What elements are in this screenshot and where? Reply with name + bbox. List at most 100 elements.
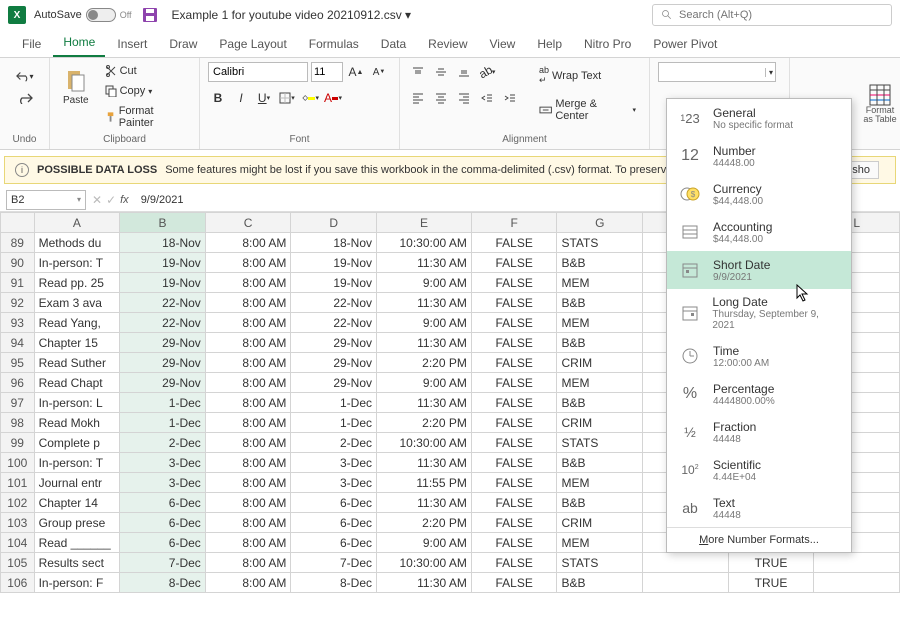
more-number-formats[interactable]: More Number Formats... xyxy=(667,527,851,552)
cell[interactable]: 29-Nov xyxy=(291,373,377,393)
cell[interactable]: FALSE xyxy=(471,313,557,333)
cell[interactable]: 11:30 AM xyxy=(377,573,472,593)
cell[interactable]: 11:30 AM xyxy=(377,293,472,313)
col-header-D[interactable]: D xyxy=(291,213,377,233)
font-size-select[interactable] xyxy=(311,62,343,82)
align-center-button[interactable] xyxy=(431,88,451,108)
cell[interactable]: 9:00 AM xyxy=(377,313,472,333)
cell[interactable]: 8:00 AM xyxy=(205,493,291,513)
cell[interactable]: 8:00 AM xyxy=(205,393,291,413)
cell[interactable]: 2:20 PM xyxy=(377,353,472,373)
cell[interactable]: CRIM xyxy=(557,513,643,533)
tab-page-layout[interactable]: Page Layout xyxy=(209,31,296,57)
enter-formula-icon[interactable]: ✓ xyxy=(106,193,116,207)
font-color-button[interactable]: A▾ xyxy=(323,88,343,108)
cell[interactable]: 10:30:00 AM xyxy=(377,553,472,573)
cell[interactable]: 1-Dec xyxy=(291,393,377,413)
cell[interactable]: 8:00 AM xyxy=(205,533,291,553)
cell[interactable] xyxy=(814,573,900,593)
cell[interactable]: 2-Dec xyxy=(120,433,206,453)
font-name-select[interactable] xyxy=(208,62,308,82)
cell[interactable]: 11:30 AM xyxy=(377,453,472,473)
cell[interactable]: B&B xyxy=(557,493,643,513)
table-row[interactable]: 105Results sect7-Dec8:00 AM7-Dec10:30:00… xyxy=(1,553,900,573)
format-option-accounting[interactable]: Accounting$44,448.00 xyxy=(667,213,851,251)
cell[interactable]: FALSE xyxy=(471,493,557,513)
format-option-scientific[interactable]: 102Scientific4.44E+04 xyxy=(667,451,851,489)
cell[interactable]: FALSE xyxy=(471,453,557,473)
align-left-button[interactable] xyxy=(408,88,428,108)
cell[interactable]: Methods du xyxy=(34,233,120,253)
col-header-C[interactable]: C xyxy=(205,213,291,233)
format-option-number[interactable]: 12Number44448.00 xyxy=(667,137,851,175)
cell[interactable]: B&B xyxy=(557,293,643,313)
cell[interactable]: 3-Dec xyxy=(291,473,377,493)
cell[interactable]: 29-Nov xyxy=(120,353,206,373)
cell[interactable]: 22-Nov xyxy=(291,313,377,333)
orientation-button[interactable]: ab▾ xyxy=(477,62,497,82)
cell[interactable]: CRIM xyxy=(557,413,643,433)
cell[interactable]: Group prese xyxy=(34,513,120,533)
format-option-long-date[interactable]: Long DateThursday, September 9, 2021 xyxy=(667,289,851,337)
cell[interactable]: STATS xyxy=(557,433,643,453)
cell[interactable]: Read Suther xyxy=(34,353,120,373)
cell[interactable]: 11:30 AM xyxy=(377,393,472,413)
select-all[interactable] xyxy=(1,213,35,233)
tab-formulas[interactable]: Formulas xyxy=(299,31,369,57)
tab-review[interactable]: Review xyxy=(418,31,477,57)
cell[interactable]: 7-Dec xyxy=(120,553,206,573)
tab-nitro-pro[interactable]: Nitro Pro xyxy=(574,31,641,57)
cell[interactable]: 7-Dec xyxy=(291,553,377,573)
row-header[interactable]: 101 xyxy=(1,473,35,493)
fx-icon[interactable]: fx xyxy=(120,194,129,206)
italic-button[interactable]: I xyxy=(231,88,251,108)
cell[interactable] xyxy=(814,553,900,573)
cell[interactable]: 22-Nov xyxy=(291,293,377,313)
row-header[interactable]: 104 xyxy=(1,533,35,553)
cell[interactable]: FALSE xyxy=(471,293,557,313)
col-header-E[interactable]: E xyxy=(377,213,472,233)
cell[interactable]: 22-Nov xyxy=(120,293,206,313)
row-header[interactable]: 98 xyxy=(1,413,35,433)
col-header-B[interactable]: B xyxy=(120,213,206,233)
cell[interactable]: 29-Nov xyxy=(291,333,377,353)
cell[interactable]: B&B xyxy=(557,393,643,413)
cut-button[interactable]: Cut xyxy=(100,62,191,80)
row-header[interactable]: 97 xyxy=(1,393,35,413)
cell[interactable]: Complete p xyxy=(34,433,120,453)
merge-center-button[interactable]: Merge & Center▾ xyxy=(534,95,641,125)
cell[interactable]: FALSE xyxy=(471,413,557,433)
cell[interactable]: Chapter 15 xyxy=(34,333,120,353)
cell[interactable]: FALSE xyxy=(471,253,557,273)
search-input[interactable] xyxy=(679,9,883,21)
paste-button[interactable]: Paste xyxy=(58,62,94,112)
cell[interactable]: 6-Dec xyxy=(291,513,377,533)
number-format-menu[interactable]: 123GeneralNo specific format12Number4444… xyxy=(666,98,852,553)
search-box[interactable] xyxy=(652,4,892,26)
cell[interactable]: 2-Dec xyxy=(291,433,377,453)
save-icon[interactable] xyxy=(142,7,158,23)
cell[interactable]: Exam 3 ava xyxy=(34,293,120,313)
cell[interactable]: In-person: T xyxy=(34,253,120,273)
table-row[interactable]: 106In-person: F8-Dec8:00 AM8-Dec11:30 AM… xyxy=(1,573,900,593)
cell[interactable]: 6-Dec xyxy=(120,513,206,533)
cell[interactable]: 1-Dec xyxy=(120,413,206,433)
cell[interactable]: 3-Dec xyxy=(120,453,206,473)
toggle-off-icon[interactable] xyxy=(86,8,116,22)
cell[interactable]: FALSE xyxy=(471,433,557,453)
tab-data[interactable]: Data xyxy=(371,31,416,57)
cell[interactable]: STATS xyxy=(557,553,643,573)
col-header-A[interactable]: A xyxy=(34,213,120,233)
cell[interactable]: 19-Nov xyxy=(291,253,377,273)
cell[interactable]: TRUE xyxy=(728,553,814,573)
decrease-indent-button[interactable] xyxy=(477,88,497,108)
cell[interactable]: 8:00 AM xyxy=(205,333,291,353)
cell[interactable]: 8:00 AM xyxy=(205,553,291,573)
grow-font-button[interactable]: A▲ xyxy=(346,62,366,82)
cell[interactable]: 19-Nov xyxy=(120,253,206,273)
copy-button[interactable]: Copy▾ xyxy=(100,82,191,100)
row-header[interactable]: 93 xyxy=(1,313,35,333)
cell[interactable]: 18-Nov xyxy=(120,233,206,253)
format-table-button[interactable]: Format as Table xyxy=(860,74,900,134)
align-middle-button[interactable] xyxy=(431,62,451,82)
